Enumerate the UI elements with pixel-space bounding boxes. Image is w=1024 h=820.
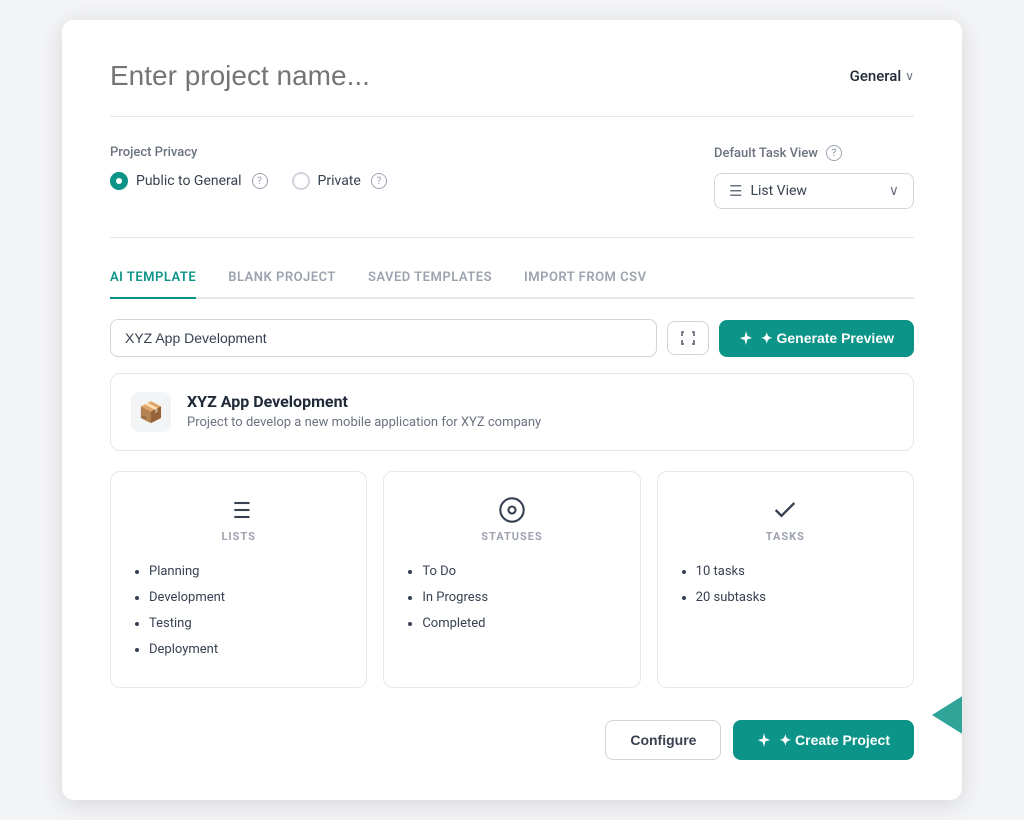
lists-label: LISTS	[131, 530, 346, 543]
list-item: 20 subtasks	[696, 585, 766, 611]
list-item: In Progress	[422, 585, 488, 611]
tasks-label: TASKS	[678, 530, 893, 543]
configure-button[interactable]: Configure	[605, 720, 721, 760]
expand-button[interactable]	[667, 321, 709, 355]
workspace-label: General	[850, 67, 902, 85]
list-item: Completed	[422, 611, 488, 637]
privacy-options: Public to General ? Private ?	[110, 172, 387, 190]
feature-card-tasks: TASKS 10 tasks 20 subtasks	[657, 471, 914, 688]
ai-search-input[interactable]	[110, 319, 657, 357]
decorative-shape	[932, 690, 962, 740]
project-title: XYZ App Development	[187, 392, 541, 411]
task-view-label: Default Task View ?	[714, 145, 914, 161]
help-icon-public[interactable]: ?	[252, 173, 268, 189]
radio-private-label: Private	[318, 173, 361, 189]
feature-cards: LISTS Planning Development Testing Deplo…	[110, 471, 914, 688]
list-item: Testing	[149, 611, 225, 637]
tasks-icon	[771, 496, 799, 524]
generate-btn-label: ✦ Generate Preview	[761, 330, 894, 347]
privacy-group: Project Privacy Public to General ? Priv…	[110, 145, 387, 190]
project-description: Project to develop a new mobile applicat…	[187, 415, 541, 430]
help-icon-private[interactable]: ?	[371, 173, 387, 189]
project-name-input[interactable]	[110, 60, 850, 92]
task-view-selected: List View	[750, 183, 807, 199]
privacy-label: Project Privacy	[110, 145, 387, 160]
sparkle-icon	[739, 331, 753, 345]
list-item: To Do	[422, 559, 488, 585]
radio-public-label: Public to General	[136, 173, 242, 189]
project-icon: 📦	[131, 392, 171, 432]
feature-card-lists: LISTS Planning Development Testing Deplo…	[110, 471, 367, 688]
tasks-items: 10 tasks 20 subtasks	[678, 559, 766, 611]
task-view-dropdown[interactable]: ☰ List View ∨	[714, 173, 914, 209]
header-row: General ∨	[110, 60, 914, 117]
list-item: Planning	[149, 559, 225, 585]
create-project-button[interactable]: ✦ Create Project	[733, 720, 914, 760]
list-item: Deployment	[149, 637, 225, 663]
radio-private[interactable]: Private ?	[292, 172, 387, 190]
statuses-label: STATUSES	[404, 530, 619, 543]
chevron-down-icon: ∨	[905, 69, 914, 83]
task-view-section: Default Task View ? ☰ List View ∨	[714, 145, 914, 209]
radio-public[interactable]: Public to General ?	[110, 172, 268, 190]
feature-card-statuses: STATUSES To Do In Progress Completed	[383, 471, 640, 688]
modal-container: General ∨ Project Privacy Public to Gene…	[62, 20, 962, 800]
statuses-icon	[498, 496, 526, 524]
create-btn-label: ✦ Create Project	[779, 732, 890, 749]
radio-public-indicator	[110, 172, 128, 190]
list-view-icon: ☰	[729, 182, 742, 200]
privacy-section: Project Privacy Public to General ? Priv…	[110, 145, 914, 238]
tab-ai-template[interactable]: AI TEMPLATE	[110, 270, 196, 299]
lists-items: Planning Development Testing Deployment	[131, 559, 225, 663]
list-item: Development	[149, 585, 225, 611]
statuses-icon-container	[404, 496, 619, 524]
tab-blank-project[interactable]: BLANK PROJECT	[228, 270, 336, 299]
help-icon-taskview[interactable]: ?	[826, 145, 842, 161]
bottom-actions: Configure ✦ Create Project	[110, 720, 914, 760]
radio-private-indicator	[292, 172, 310, 190]
statuses-items: To Do In Progress Completed	[404, 559, 488, 637]
project-card: 📦 XYZ App Development Project to develop…	[110, 373, 914, 451]
tasks-icon-container	[678, 496, 893, 524]
list-item: 10 tasks	[696, 559, 766, 585]
tab-saved-templates[interactable]: SAVED TEMPLATES	[368, 270, 492, 299]
generate-preview-button[interactable]: ✦ Generate Preview	[719, 320, 914, 357]
lists-icon	[225, 496, 253, 524]
expand-icon	[680, 330, 696, 346]
tab-import-csv[interactable]: IMPORT FROM CSV	[524, 270, 647, 299]
search-row: ✦ Generate Preview	[110, 319, 914, 357]
project-info: XYZ App Development Project to develop a…	[187, 392, 541, 430]
dropdown-chevron-icon: ∨	[889, 183, 899, 199]
workspace-selector[interactable]: General ∨	[850, 67, 914, 85]
sparkle-create-icon	[757, 733, 771, 747]
tabs-row: AI TEMPLATE BLANK PROJECT SAVED TEMPLATE…	[110, 270, 914, 299]
lists-icon-container	[131, 496, 346, 524]
